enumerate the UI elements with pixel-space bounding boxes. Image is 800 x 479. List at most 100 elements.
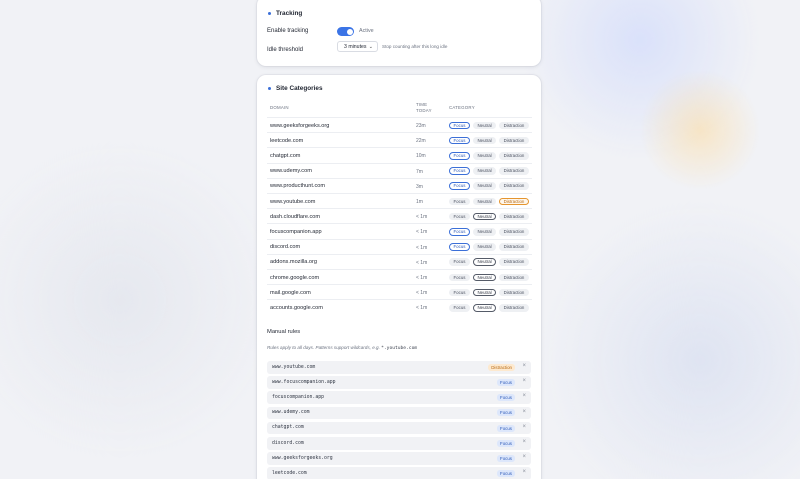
- category-chip-distraction[interactable]: Distraction: [499, 136, 529, 145]
- category-chip-neutral[interactable]: Neutral: [472, 167, 497, 175]
- row-domain: www.producthunt.com: [270, 183, 326, 190]
- category-chip-neutral[interactable]: Neutral: [472, 288, 497, 297]
- rule-pattern: chatgpt.com: [272, 425, 304, 431]
- category-chip-group: Focus Neutral Distraction: [449, 227, 529, 236]
- category-chip-distraction[interactable]: Distraction: [499, 288, 529, 297]
- table-row: www.producthunt.com 3m Focus Neutral Distrac…: [267, 177, 532, 193]
- table-row: leetcode.com 22m Focus Neutral Distraction: [267, 132, 532, 147]
- category-chip-group: Focus Neutral Distraction: [449, 258, 529, 266]
- rule-pattern: www.geeksforgeeks.org: [272, 455, 333, 461]
- category-chip-neutral[interactable]: Neutral: [472, 197, 497, 206]
- row-domain: addons.mozilla.org: [270, 259, 317, 266]
- category-chip-focus[interactable]: Focus: [449, 227, 470, 236]
- category-chip-focus[interactable]: Focus: [449, 303, 470, 312]
- table-row: www.youtube.com 1m Focus Neutral Distraction: [267, 193, 532, 208]
- row-domain: focuscompanion.app: [270, 228, 322, 235]
- table-row: accounts.google.com < 1m Focus Neutral Distr…: [267, 299, 532, 314]
- category-chip-focus[interactable]: Focus: [449, 288, 470, 297]
- close-icon[interactable]: ×: [522, 424, 526, 430]
- category-chip-distraction[interactable]: Distraction: [499, 167, 529, 175]
- table-row: mail.google.com < 1m Focus Neutral Distracti…: [267, 284, 532, 299]
- close-icon[interactable]: ×: [522, 378, 526, 384]
- close-icon[interactable]: ×: [522, 393, 526, 399]
- tracking-title: Tracking: [268, 10, 302, 17]
- category-chip-neutral[interactable]: Neutral: [472, 243, 497, 251]
- category-chip-neutral[interactable]: Neutral: [472, 303, 497, 312]
- row-time-today: 7m: [416, 168, 423, 175]
- category-chip-focus[interactable]: Focus: [449, 136, 470, 145]
- row-time-today: < 1m: [416, 290, 428, 297]
- row-domain: accounts.google.com: [270, 304, 323, 311]
- rule-category-badge: Focus: [497, 439, 515, 447]
- category-chip-focus[interactable]: Focus: [449, 258, 470, 266]
- close-icon[interactable]: ×: [522, 363, 526, 369]
- manual-rules-hint-text: Rules apply to all days. Patterns suppor…: [267, 345, 380, 350]
- category-chip-neutral[interactable]: Neutral: [472, 136, 497, 145]
- category-chip-focus[interactable]: Focus: [449, 151, 470, 160]
- column-header-domain: DOMAIN: [270, 105, 289, 110]
- rule-pattern: focuscompanion.app: [272, 394, 324, 400]
- category-chip-distraction[interactable]: Distraction: [499, 303, 529, 312]
- row-time-today: < 1m: [416, 214, 428, 221]
- manual-rules-title: Manual rules: [267, 329, 301, 335]
- rule-pattern: www.udemy.com: [272, 410, 310, 416]
- category-chip-neutral[interactable]: Neutral: [472, 121, 497, 130]
- category-chip-focus[interactable]: Focus: [449, 121, 470, 130]
- category-chip-group: Focus Neutral Distraction: [449, 121, 529, 130]
- rule-pattern: www.youtube.com: [272, 364, 316, 370]
- category-chip-neutral[interactable]: Neutral: [472, 151, 497, 160]
- category-chip-distraction[interactable]: Distraction: [499, 227, 529, 236]
- site-categories-card: Site Categories DOMAIN TIME TODAY CATEGO…: [257, 75, 541, 479]
- rule-category-badge: Focus: [497, 470, 515, 478]
- category-chip-neutral[interactable]: Neutral: [472, 212, 497, 221]
- category-chip-group: Focus Neutral Distraction: [449, 182, 529, 190]
- category-chip-focus[interactable]: Focus: [449, 197, 470, 206]
- category-chip-distraction[interactable]: Distraction: [499, 151, 529, 160]
- category-chip-group: Focus Neutral Distraction: [449, 212, 529, 221]
- rule-category-badge: Focus: [497, 454, 515, 462]
- category-chip-neutral[interactable]: Neutral: [472, 258, 497, 266]
- idle-threshold-hint: Stop counting after this long idle: [382, 44, 448, 49]
- category-chip-distraction[interactable]: Distraction: [499, 182, 529, 190]
- category-chip-distraction[interactable]: Distraction: [499, 121, 529, 130]
- category-chip-distraction[interactable]: Distraction: [499, 258, 529, 266]
- site-categories-title-text: Site Categories: [276, 85, 323, 92]
- category-chip-neutral[interactable]: Neutral: [472, 182, 497, 190]
- column-header-time-line2: TODAY: [416, 107, 432, 113]
- close-icon[interactable]: ×: [522, 454, 526, 460]
- category-chip-group: Focus Neutral Distraction: [449, 243, 529, 251]
- category-chip-distraction[interactable]: Distraction: [499, 273, 529, 282]
- category-chip-group: Focus Neutral Distraction: [449, 151, 529, 160]
- row-domain: discord.com: [270, 244, 301, 251]
- manual-rule-item: leetcode.com Focus ×: [267, 467, 531, 479]
- close-icon[interactable]: ×: [522, 469, 526, 475]
- category-chip-distraction[interactable]: Distraction: [499, 197, 529, 206]
- category-chip-neutral[interactable]: Neutral: [472, 273, 497, 282]
- table-row: discord.com < 1m Focus Neutral Distraction: [267, 238, 532, 254]
- category-chip-group: Focus Neutral Distraction: [449, 288, 529, 297]
- category-chip-group: Focus Neutral Distraction: [449, 197, 529, 206]
- column-header-category: CATEGORY: [449, 105, 475, 110]
- category-chip-focus[interactable]: Focus: [449, 212, 470, 221]
- manual-rule-item: www.youtube.com Distraction ×: [267, 361, 531, 374]
- category-chip-group: Focus Neutral Distraction: [449, 167, 529, 175]
- close-icon[interactable]: ×: [522, 409, 526, 415]
- category-chip-distraction[interactable]: Distraction: [499, 243, 529, 251]
- close-icon[interactable]: ×: [522, 439, 526, 445]
- category-chip-group: Focus Neutral Distraction: [449, 273, 529, 282]
- manual-rules-hint: Rules apply to all days. Patterns suppor…: [267, 345, 417, 351]
- category-chip-focus[interactable]: Focus: [449, 182, 470, 190]
- table-row: chatgpt.com 10m Focus Neutral Distraction: [267, 147, 532, 162]
- site-categories-title: Site Categories: [268, 85, 323, 92]
- category-chip-neutral[interactable]: Neutral: [472, 227, 497, 236]
- category-chip-focus[interactable]: Focus: [449, 243, 470, 251]
- enable-tracking-toggle[interactable]: [337, 27, 354, 36]
- category-chip-focus[interactable]: Focus: [449, 273, 470, 282]
- rule-category-badge: Distraction: [488, 363, 515, 371]
- manual-rule-item: focuscompanion.app Focus ×: [267, 391, 531, 404]
- category-chip-distraction[interactable]: Distraction: [499, 212, 529, 221]
- idle-threshold-select[interactable]: 3 minutes ⌄: [337, 41, 378, 52]
- category-chip-focus[interactable]: Focus: [449, 167, 470, 175]
- row-time-today: 1m: [416, 199, 423, 205]
- row-domain: www.udemy.com: [270, 168, 312, 175]
